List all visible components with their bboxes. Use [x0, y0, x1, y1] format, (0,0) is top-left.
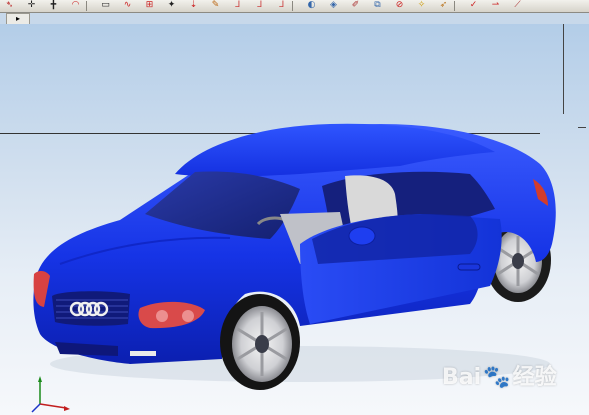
edit-face-icon[interactable]: ✐ [350, 0, 361, 11]
lens-icon[interactable]: ◐ [306, 0, 317, 11]
toolbar-separator [454, 1, 455, 11]
tool-x-icon[interactable]: ⟋ [512, 0, 523, 11]
side-mirror[interactable] [348, 226, 376, 246]
watermark-text: Bai [442, 365, 482, 390]
spline-icon[interactable]: ∿ [122, 0, 133, 11]
curve-a-icon[interactable]: ᒧ [232, 0, 243, 11]
measure-icon[interactable]: ⇀ [490, 0, 501, 11]
toolbar-separator [86, 1, 87, 11]
arrow-tool-icon[interactable]: ➴ [4, 0, 15, 11]
car-model[interactable] [0, 24, 589, 415]
mirror-icon[interactable]: ⧉ [372, 0, 383, 11]
arc-icon[interactable]: ◠ [70, 0, 81, 11]
move-icon[interactable]: ⇣ [188, 0, 199, 11]
pointer-icon[interactable]: ➶ [438, 0, 449, 11]
front-wheel [220, 294, 300, 390]
face-icon[interactable]: ◈ [328, 0, 339, 11]
pin-icon[interactable]: ✦ [166, 0, 177, 11]
curve-c-icon[interactable]: ᒧ [276, 0, 287, 11]
curve-b-icon[interactable]: ᒧ [254, 0, 265, 11]
door-handle[interactable] [457, 263, 481, 271]
analysis-icon[interactable]: ✓ [468, 0, 479, 11]
hint-icon[interactable]: ✎ [210, 0, 221, 11]
rectangle-icon[interactable]: ▭ [100, 0, 111, 11]
graphics-viewport[interactable]: Bai🐾经验 [0, 24, 589, 415]
coordinate-triad-icon [31, 376, 70, 413]
line-icon[interactable]: ╋ [48, 0, 59, 11]
star-icon[interactable]: ✧ [416, 0, 427, 11]
watermark-suffix: 经验 [512, 365, 557, 390]
headlight-lens-icon [182, 310, 194, 322]
paw-icon: 🐾 [483, 365, 511, 390]
headlight-lens-icon [156, 310, 168, 322]
main-toolbar: ➴ ✛ ╋ ◠ ▭ ∿ ⊞ ✦ ⇣ ✎ ᒧ ᒧ ᒧ ◐ ◈ ✐ ⧉ ⊘ ✧ ➶ ✓ ⇀ ⟋ [0, 0, 589, 13]
transform-icon[interactable]: ⊞ [144, 0, 155, 11]
fog-light [130, 351, 156, 356]
sketch-point-icon[interactable]: ✛ [26, 0, 37, 11]
toolbar-separator [292, 1, 293, 11]
intersect-icon[interactable]: ⊘ [394, 0, 405, 11]
baidu-jingyan-watermark: Bai🐾经验 [442, 359, 582, 390]
